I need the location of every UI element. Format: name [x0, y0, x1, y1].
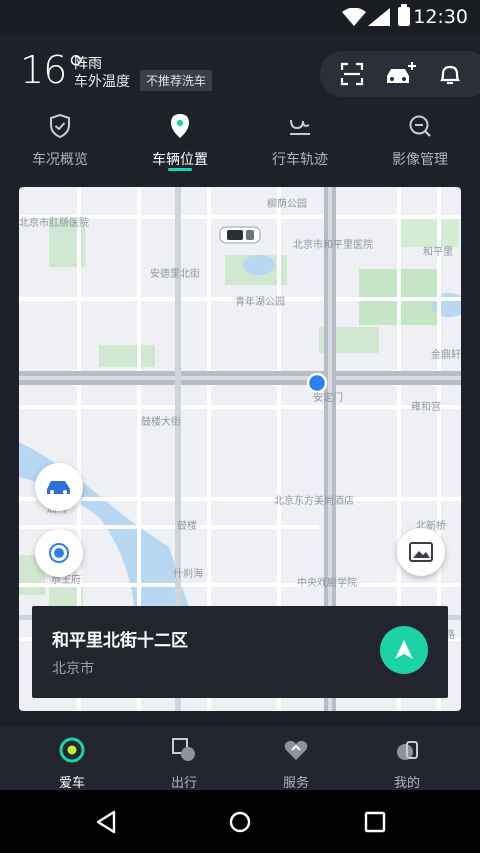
- map-label: 安德里北街: [150, 269, 200, 280]
- nav-service[interactable]: 服务: [236, 736, 356, 791]
- address-card: 和平里北街十二区 北京市: [32, 606, 448, 698]
- nav-my-car[interactable]: 爱车: [12, 736, 132, 791]
- tab-label: 车辆位置: [152, 152, 208, 168]
- tab-label: 行车轨迹: [272, 152, 328, 168]
- tab-vehicle-overview[interactable]: 车况概览: [0, 112, 120, 169]
- bell-icon[interactable]: [436, 60, 464, 88]
- map-label: 北京市肛肠医院: [19, 218, 89, 229]
- bottom-navigation: 爱车 出行 服务 我的: [0, 726, 480, 791]
- temperature-label: 车外温度: [74, 74, 130, 90]
- nav-label: 爱车: [58, 776, 85, 791]
- travel-icon: [172, 738, 195, 761]
- map-label: 青年湖公园: [235, 297, 285, 308]
- image-icon: [409, 542, 433, 562]
- heart-service-icon: [284, 740, 308, 760]
- nav-label: 我的: [393, 776, 420, 791]
- signal-icon: [368, 8, 390, 26]
- recents-icon[interactable]: [363, 810, 387, 834]
- back-icon[interactable]: [94, 810, 118, 834]
- map-label: 北京东方美尚酒店: [274, 496, 354, 507]
- my-location-button[interactable]: [35, 529, 83, 577]
- active-tab-indicator: [168, 168, 192, 171]
- address-city: 北京市: [52, 661, 94, 677]
- map-label: 中央戏剧学院: [297, 578, 357, 589]
- battery-icon: [398, 4, 410, 26]
- status-bar: 12:30: [0, 0, 480, 34]
- nav-travel[interactable]: 出行: [124, 736, 244, 791]
- navigate-button[interactable]: [380, 626, 428, 674]
- map-label: 安定门: [313, 393, 343, 404]
- car-icon: [47, 481, 70, 494]
- map-label: 北京市和平里医院: [293, 240, 373, 251]
- system-navigation-bar: [0, 790, 480, 853]
- tab-label: 车况概览: [32, 152, 88, 168]
- map-label: 鼓楼: [177, 521, 197, 532]
- street-view-button[interactable]: [397, 528, 445, 576]
- car-wash-badge: 不推荐洗车: [140, 70, 213, 91]
- car-ring-icon: [59, 737, 85, 763]
- profile-icon: [397, 741, 418, 760]
- map-label: 和平里: [423, 247, 453, 258]
- map-label: 雍和宫: [411, 402, 441, 413]
- nav-label: 出行: [170, 776, 197, 791]
- map-label: 金鼎轩: [431, 350, 461, 361]
- tab-driving-track[interactable]: 行车轨迹: [240, 112, 360, 169]
- home-icon[interactable]: [228, 810, 252, 834]
- tab-image-management[interactable]: 影像管理: [360, 112, 480, 169]
- tab-label: 影像管理: [392, 152, 448, 168]
- zoom-out-icon: [409, 115, 431, 137]
- car-add-icon[interactable]: [384, 60, 418, 88]
- shield-check-icon: [50, 113, 70, 139]
- locate-car-button[interactable]: [35, 463, 83, 511]
- address-name: 和平里北街十二区: [52, 631, 188, 651]
- map-label: 什刹海: [173, 569, 203, 580]
- clock: 12:30: [413, 6, 468, 28]
- location-pin-icon: [171, 114, 189, 138]
- nav-label: 服务: [282, 776, 309, 791]
- wifi-icon: [342, 8, 366, 26]
- map-label: 鼓楼大街: [141, 417, 181, 428]
- car-marker-icon: [219, 226, 261, 244]
- my-location-icon: [49, 543, 69, 563]
- weather-text: 阵雨: [74, 56, 102, 72]
- route-icon: [290, 119, 310, 135]
- map-label: 柳荫公园: [267, 199, 307, 210]
- nav-profile[interactable]: 我的: [347, 736, 467, 791]
- scan-icon[interactable]: [338, 60, 366, 88]
- tab-vehicle-location[interactable]: 车辆位置: [120, 112, 240, 169]
- navigation-arrow-icon: [395, 640, 413, 659]
